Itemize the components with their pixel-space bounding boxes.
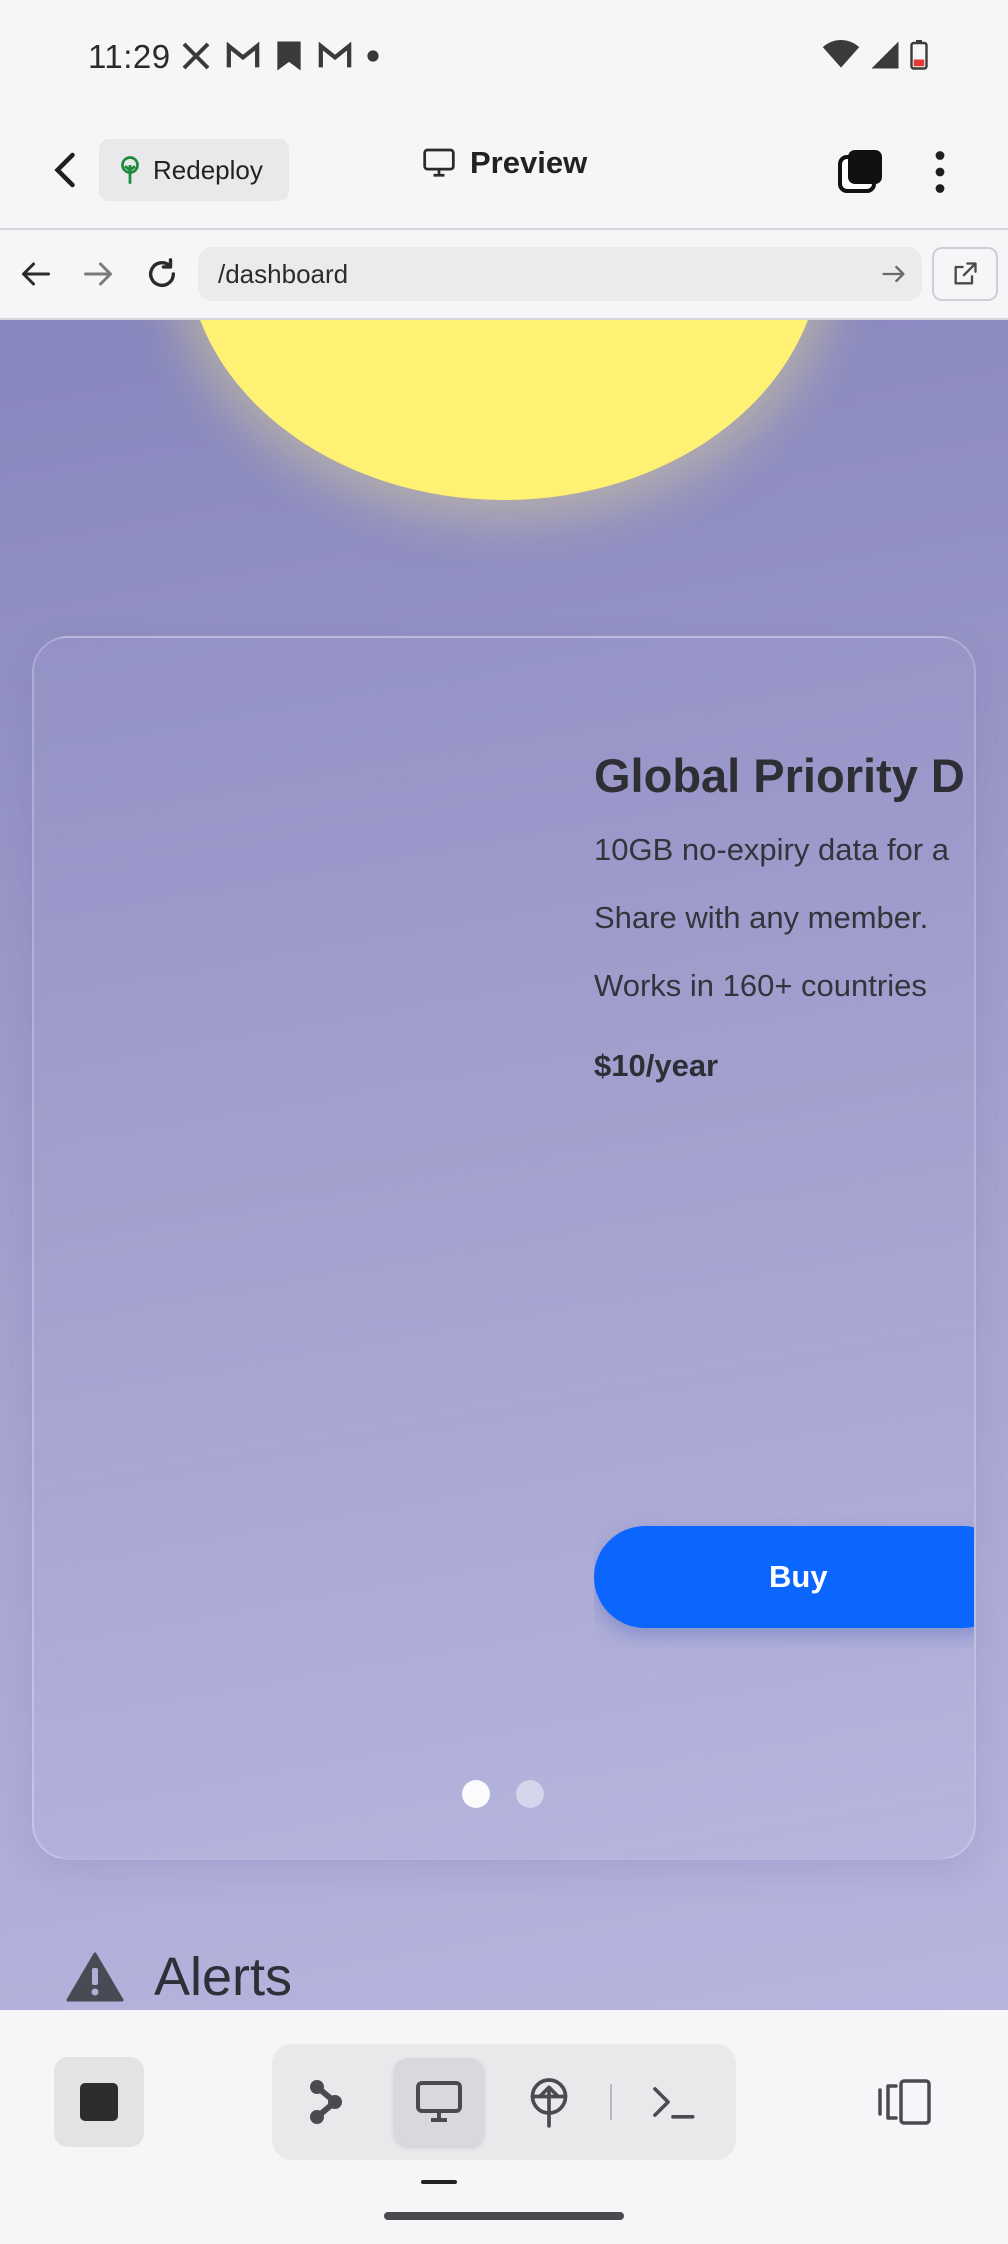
sun-illustration	[186, 320, 822, 500]
status-bar: 11:29	[0, 0, 1008, 115]
nav-forward-button[interactable]	[74, 250, 122, 298]
system-icons	[822, 40, 928, 70]
dot-icon	[367, 50, 379, 62]
wifi-icon	[822, 40, 860, 68]
reload-icon	[148, 258, 176, 287]
reload-button[interactable]	[138, 250, 186, 298]
plan-price: $10/year	[594, 1048, 719, 1083]
side-panel-icon	[878, 2079, 931, 2125]
go-arrow-icon[interactable]	[880, 260, 908, 288]
back-button[interactable]	[40, 145, 90, 195]
plan-title: Global Priority D	[594, 749, 965, 802]
active-indicator	[421, 2180, 457, 2184]
warning-icon	[66, 1952, 124, 2002]
tabs-icon	[838, 150, 882, 193]
alerts-heading: Alerts	[66, 1946, 292, 2008]
more-vertical-icon	[935, 151, 945, 193]
terminal-icon	[653, 2087, 695, 2119]
external-link-icon	[954, 262, 977, 285]
more-options-button[interactable]	[920, 147, 960, 197]
view-switcher	[272, 2044, 736, 2160]
monitor-icon	[416, 2081, 462, 2122]
alerts-title: Alerts	[154, 1947, 293, 2007]
chevron-left-icon	[54, 152, 75, 188]
carousel-dots	[462, 1780, 544, 1808]
graph-view-button[interactable]	[282, 2058, 372, 2146]
stop-icon	[80, 2083, 118, 2121]
x-icon	[182, 42, 210, 70]
monitor-view-button[interactable]	[394, 2058, 484, 2146]
stop-button[interactable]	[54, 2057, 144, 2147]
notification-icons	[180, 40, 380, 72]
bookmark-icon	[277, 41, 301, 71]
tabs-button[interactable]	[836, 147, 886, 197]
web-content[interactable]: Global Priority D 10GB no-expiry data fo…	[0, 320, 1008, 2010]
gmail-icon	[226, 41, 260, 68]
page-title: Preview	[470, 145, 588, 180]
terminal-view-button[interactable]	[628, 2058, 718, 2146]
deploy-icon	[530, 2078, 568, 2128]
monitor-icon	[423, 148, 455, 177]
preview-title: Preview	[422, 145, 587, 181]
plan-card: Global Priority D 10GB no-expiry data fo…	[32, 636, 976, 1860]
app-bar: Redeploy Preview	[0, 115, 1008, 229]
nav-back-button[interactable]	[12, 250, 60, 298]
plan-feature: Share with any member.	[594, 900, 929, 935]
bottom-toolbar	[0, 2010, 1008, 2244]
side-panel-button[interactable]	[876, 2078, 934, 2131]
graph-icon	[310, 2080, 342, 2124]
plan-feature: 10GB no-expiry data for a	[594, 832, 949, 867]
carousel-slide[interactable]: Global Priority D 10GB no-expiry data fo…	[594, 748, 974, 1648]
open-external-button[interactable]	[932, 247, 998, 301]
url-input[interactable]: /dashboard	[198, 247, 922, 301]
redeploy-button[interactable]: Redeploy	[99, 139, 289, 201]
redeploy-label: Redeploy	[153, 154, 263, 185]
deploy-tree-icon	[121, 156, 139, 184]
deploy-view-button[interactable]	[504, 2058, 594, 2146]
home-indicator[interactable]	[384, 2212, 624, 2220]
battery-low-icon	[910, 40, 928, 70]
buy-button[interactable]: Buy	[594, 1526, 974, 1628]
arrow-left-icon	[22, 262, 50, 286]
url-bar: /dashboard	[0, 230, 1008, 318]
signal-icon	[871, 41, 899, 69]
gmail-icon	[318, 41, 352, 68]
status-time: 11:29	[88, 38, 171, 75]
separator	[610, 2084, 612, 2120]
arrow-right-icon	[84, 262, 112, 286]
plan-feature: Works in 160+ countries	[594, 968, 927, 1003]
url-text: /dashboard	[218, 258, 349, 289]
carousel-dot[interactable]	[462, 1780, 490, 1808]
carousel-dot[interactable]	[516, 1780, 544, 1808]
